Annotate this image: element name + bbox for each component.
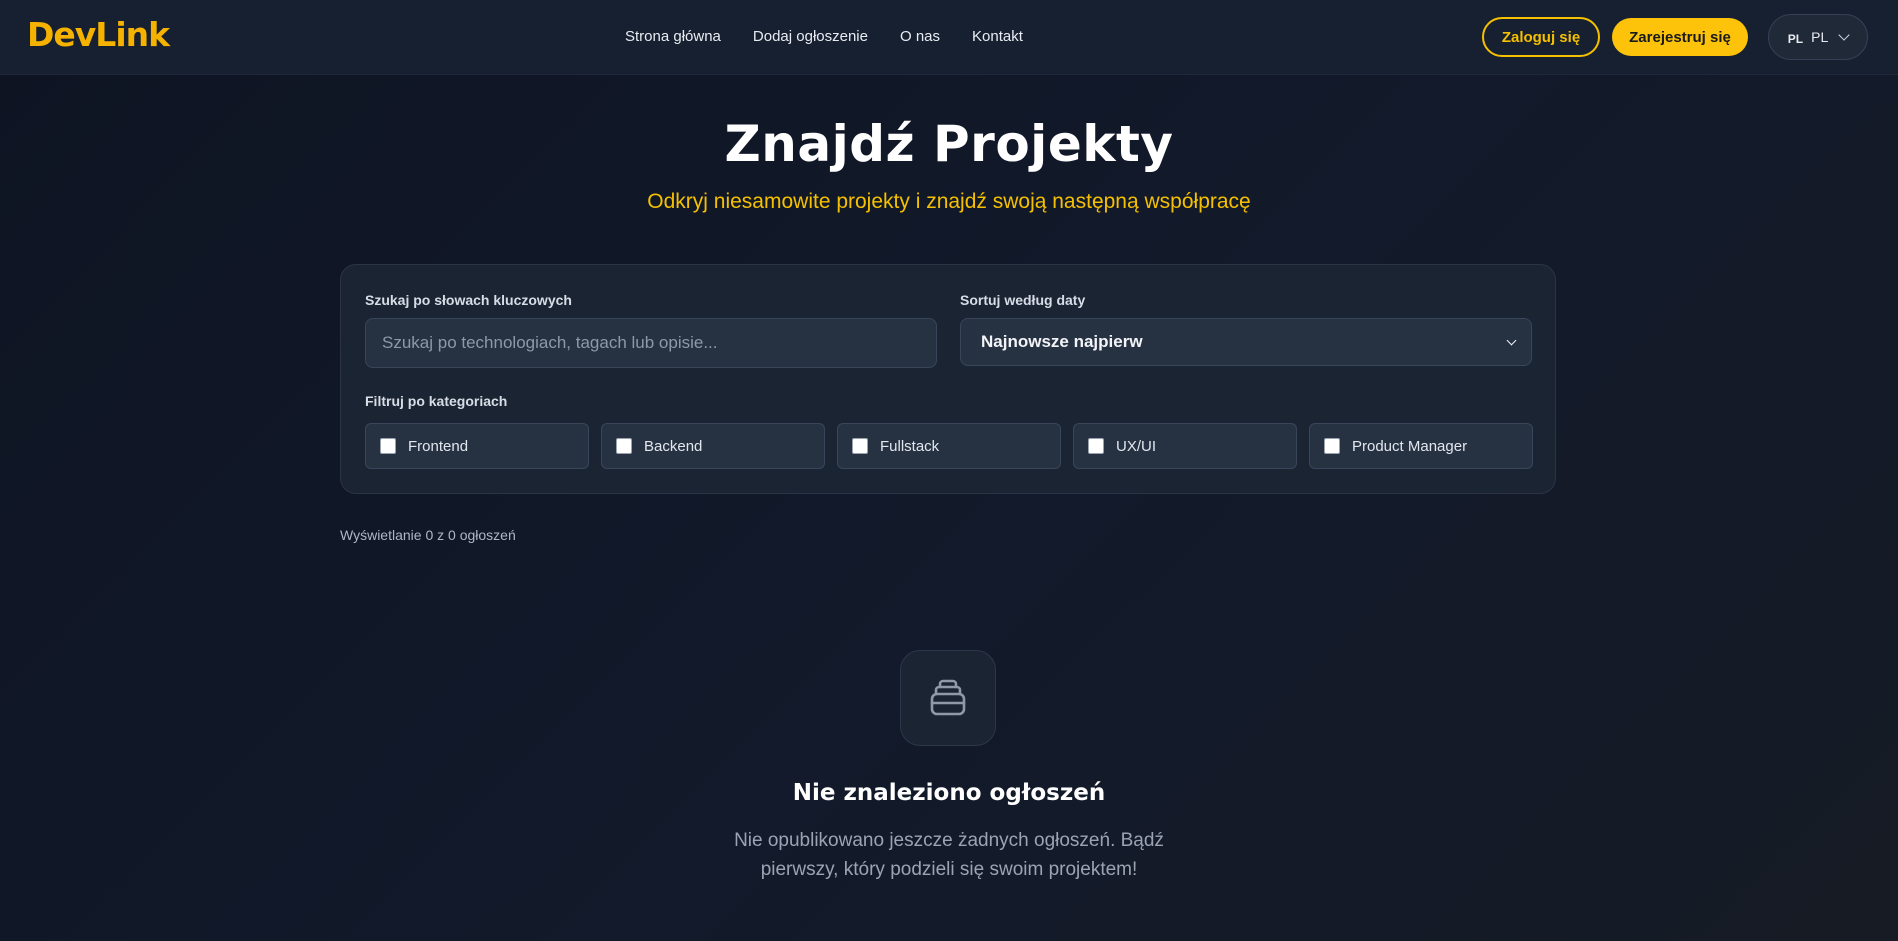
empty-state-title: Nie znaleziono ogłoszeń (792, 780, 1106, 806)
category-label: Fullstack (880, 437, 940, 455)
nav-link-about[interactable]: O nas (900, 28, 940, 45)
top-navbar: DevLink Strona główna Dodaj ogłoszenie O… (0, 0, 1898, 75)
nav-link-contact[interactable]: Kontakt (972, 28, 1023, 45)
flag-icon: PL (1787, 31, 1804, 46)
results-count: Wyświetlanie 0 z 0 ogłoszeń (340, 527, 516, 543)
login-button[interactable]: Zaloguj się (1482, 17, 1600, 57)
page-subtitle: Odkryj niesamowite projekty i znajdź swo… (647, 190, 1251, 213)
sort-label: Sortuj według daty (960, 292, 1086, 308)
checkbox[interactable] (616, 438, 632, 454)
page-title: Znajdź Projekty (724, 115, 1174, 173)
empty-state-icon-box (900, 650, 996, 746)
category-product-manager[interactable]: Product Manager (1309, 423, 1533, 469)
language-selector[interactable]: PL PL (1768, 14, 1868, 60)
register-button[interactable]: Zarejestruj się (1612, 18, 1748, 56)
chevron-down-icon (1506, 335, 1517, 346)
checkbox[interactable] (1088, 438, 1104, 454)
search-input[interactable] (365, 318, 937, 368)
categories-label: Filtruj po kategoriach (365, 393, 508, 409)
logo[interactable]: DevLink (27, 15, 170, 54)
category-frontend[interactable]: Frontend (365, 423, 589, 469)
category-filters: Frontend Backend Fullstack UX/UI Product… (365, 423, 1533, 469)
category-backend[interactable]: Backend (601, 423, 825, 469)
checkbox[interactable] (380, 438, 396, 454)
category-label: UX/UI (1116, 437, 1157, 455)
sort-select-value: Najnowsze najpierw (981, 332, 1143, 351)
category-label: Frontend (408, 437, 469, 455)
main-nav: Strona główna Dodaj ogłoszenie O nas Kon… (625, 28, 1023, 45)
category-label: Backend (644, 437, 703, 455)
nav-link-add-listing[interactable]: Dodaj ogłoszenie (753, 28, 868, 45)
filter-panel: Szukaj po słowach kluczowych Sortuj wedł… (340, 264, 1556, 494)
language-code: PL (1811, 29, 1829, 45)
category-fullstack[interactable]: Fullstack (837, 423, 1061, 469)
archive-box-icon (930, 679, 966, 716)
checkbox[interactable] (852, 438, 868, 454)
category-label: Product Manager (1352, 437, 1468, 455)
search-label: Szukaj po słowach kluczowych (365, 292, 572, 308)
empty-state-description: Nie opublikowano jeszcze żadnych ogłosze… (734, 830, 1164, 880)
category-ux-ui[interactable]: UX/UI (1073, 423, 1297, 469)
chevron-down-icon (1838, 29, 1850, 41)
checkbox[interactable] (1324, 438, 1340, 454)
nav-link-home[interactable]: Strona główna (625, 28, 721, 45)
sort-select[interactable]: Najnowsze najpierw (960, 318, 1532, 366)
